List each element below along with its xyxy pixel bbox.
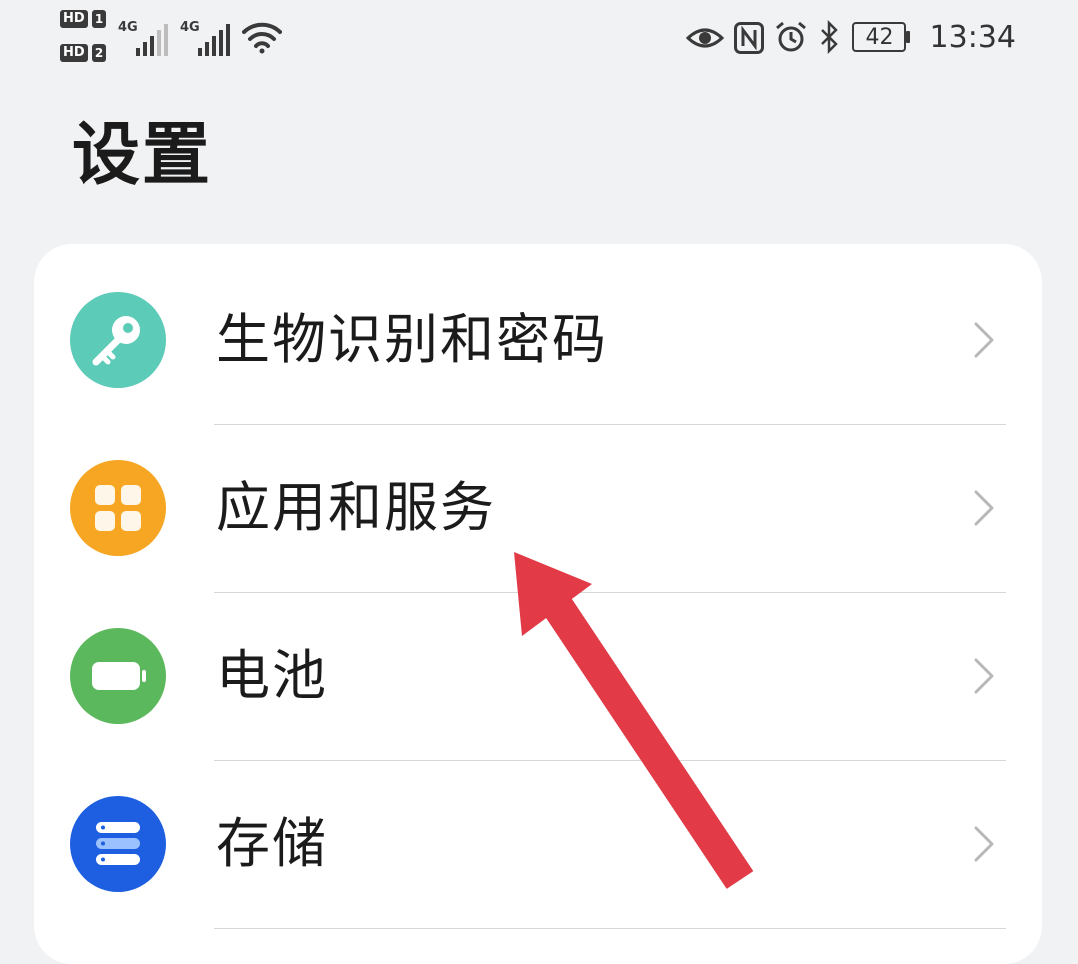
annotation-arrow-icon [514, 552, 754, 889]
